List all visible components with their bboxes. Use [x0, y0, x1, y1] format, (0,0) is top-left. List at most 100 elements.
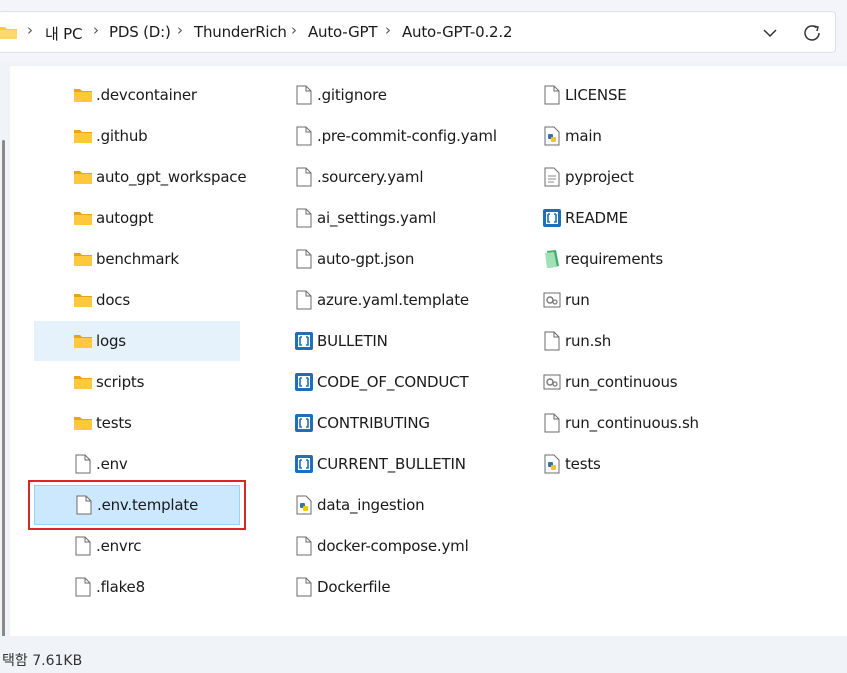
file-item[interactable]: data_ingestion	[255, 485, 495, 525]
item-label: .github	[96, 127, 148, 145]
text-file-icon	[542, 166, 562, 188]
item-label: autogpt	[96, 209, 154, 227]
item-label: azure.yaml.template	[317, 291, 469, 309]
batch-file-icon	[542, 289, 562, 311]
file-item[interactable]: auto-gpt.json	[255, 239, 495, 279]
item-label: docker-compose.yml	[317, 537, 469, 555]
folder-icon	[73, 248, 93, 270]
item-label: CURRENT_BULLETIN	[317, 455, 466, 473]
file-item[interactable]: tests	[503, 444, 743, 484]
item-label: run	[565, 291, 590, 309]
file-item[interactable]: requirements	[503, 239, 743, 279]
blank-file-icon	[294, 166, 314, 188]
folder-icon	[73, 412, 93, 434]
item-label: main	[565, 127, 602, 145]
item-label: auto_gpt_workspace	[96, 168, 247, 186]
file-item[interactable]: ai_settings.yaml	[255, 198, 495, 238]
item-label: .env	[96, 455, 128, 473]
folder-item[interactable]: .devcontainer	[34, 75, 240, 115]
blank-file-icon	[73, 453, 93, 475]
blank-file-icon	[294, 207, 314, 229]
chevron-right-icon[interactable]: ›	[27, 21, 33, 39]
item-label: run.sh	[565, 332, 612, 350]
file-item[interactable]: .envrc	[34, 526, 240, 566]
folder-icon	[0, 27, 17, 39]
file-item[interactable]: pyproject	[503, 157, 743, 197]
item-label: .sourcery.yaml	[317, 168, 424, 186]
chevron-right-icon[interactable]: ›	[93, 21, 99, 39]
item-label: data_ingestion	[317, 496, 425, 514]
folder-item[interactable]: tests	[34, 403, 240, 443]
file-item[interactable]: azure.yaml.template	[255, 280, 495, 320]
item-label: LICENSE	[565, 86, 627, 104]
markdown-file-icon	[542, 207, 562, 229]
file-item[interactable]: BULLETIN	[255, 321, 495, 361]
blank-file-icon	[294, 84, 314, 106]
file-item[interactable]: .pre-commit-config.yaml	[255, 116, 497, 156]
file-item[interactable]: CODE_OF_CONDUCT	[255, 362, 495, 402]
file-item[interactable]: main	[503, 116, 743, 156]
file-item[interactable]: README	[503, 198, 743, 238]
blank-file-icon	[294, 248, 314, 270]
scrollbar-thumb[interactable]	[2, 140, 5, 640]
chevron-down-icon[interactable]	[759, 23, 781, 43]
file-item[interactable]: run_continuous	[503, 362, 743, 402]
item-label: .devcontainer	[96, 86, 197, 104]
blank-file-icon	[73, 535, 93, 557]
folder-icon	[73, 166, 93, 188]
file-item[interactable]: run_continuous.sh	[503, 403, 743, 443]
folder-item[interactable]: scripts	[34, 362, 240, 402]
file-item[interactable]: run.sh	[503, 321, 743, 361]
markdown-file-icon	[294, 453, 314, 475]
chevron-right-icon[interactable]: ›	[177, 21, 183, 39]
blank-file-icon	[542, 412, 562, 434]
item-label: benchmark	[96, 250, 179, 268]
blank-file-icon	[542, 330, 562, 352]
breadcrumb-item-my-pc[interactable]: 내 PC	[45, 23, 82, 44]
markdown-file-icon	[294, 371, 314, 393]
folder-item[interactable]: benchmark	[34, 239, 240, 279]
folder-icon	[73, 84, 93, 106]
address-bar[interactable]: › 내 PC › PDS (D:) › ThunderRich › Auto-G…	[0, 11, 836, 53]
file-item[interactable]: Dockerfile	[255, 567, 495, 607]
item-label: CONTRIBUTING	[317, 414, 430, 432]
item-label: logs	[96, 332, 126, 350]
chevron-right-icon[interactable]: ›	[385, 21, 391, 39]
file-item[interactable]: run	[503, 280, 743, 320]
file-item[interactable]: .env	[34, 444, 240, 484]
file-item[interactable]: .sourcery.yaml	[255, 157, 495, 197]
item-label: .env.template	[97, 496, 199, 514]
folder-item[interactable]: auto_gpt_workspace	[34, 157, 247, 197]
file-item[interactable]: LICENSE	[503, 75, 743, 115]
file-item[interactable]: .gitignore	[255, 75, 495, 115]
file-item[interactable]: CONTRIBUTING	[255, 403, 495, 443]
breadcrumb-item-drive[interactable]: PDS (D:)	[109, 23, 171, 41]
item-label: BULLETIN	[317, 332, 388, 350]
folder-icon	[73, 125, 93, 147]
file-item[interactable]: CURRENT_BULLETIN	[255, 444, 495, 484]
item-label: README	[565, 209, 628, 227]
python-file-icon	[294, 494, 314, 516]
folder-item[interactable]: docs	[34, 280, 240, 320]
breadcrumb-item-autogpt[interactable]: Auto-GPT	[308, 23, 378, 41]
file-item[interactable]: .env.template	[34, 485, 240, 525]
blank-file-icon	[294, 535, 314, 557]
folder-item[interactable]: autogpt	[34, 198, 240, 238]
item-label: .pre-commit-config.yaml	[317, 127, 497, 145]
item-label: .flake8	[96, 578, 145, 596]
refresh-icon[interactable]	[801, 22, 825, 44]
breadcrumb-item-thunderrich[interactable]: ThunderRich	[194, 23, 287, 41]
chevron-right-icon[interactable]: ›	[291, 21, 297, 39]
blank-file-icon	[74, 494, 94, 516]
file-item[interactable]: docker-compose.yml	[255, 526, 495, 566]
folder-icon	[73, 330, 93, 352]
item-label: Dockerfile	[317, 578, 391, 596]
item-label: tests	[565, 455, 601, 473]
blank-file-icon	[294, 289, 314, 311]
folder-item[interactable]: logs	[34, 321, 240, 361]
breadcrumb-item-current[interactable]: Auto-GPT-0.2.2	[402, 23, 513, 41]
markdown-file-icon	[294, 412, 314, 434]
file-item[interactable]: .flake8	[34, 567, 240, 607]
folder-item[interactable]: .github	[34, 116, 240, 156]
blank-file-icon	[294, 576, 314, 598]
